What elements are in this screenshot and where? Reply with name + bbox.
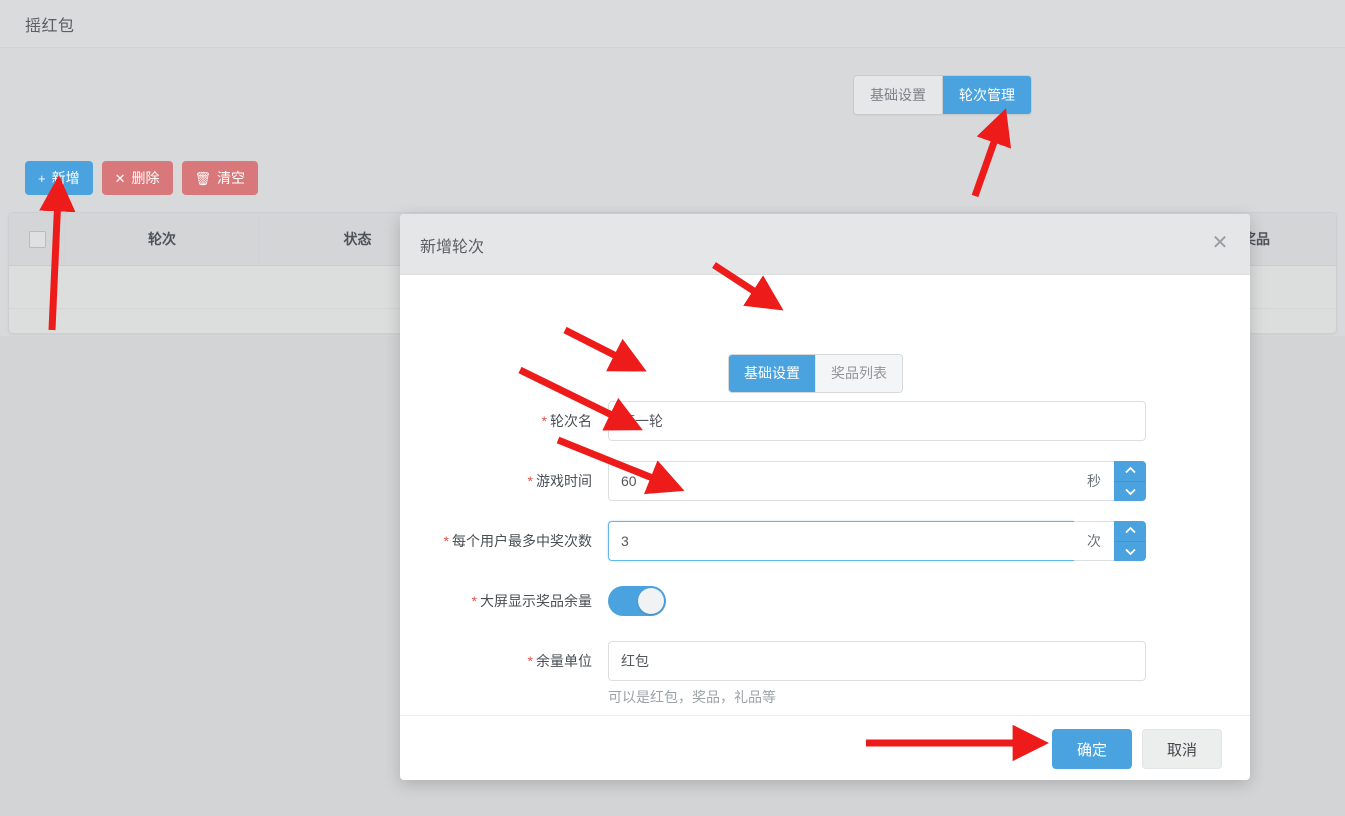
game-time-stepper: 秒 <box>608 461 1146 501</box>
tab-basic-settings[interactable]: 基础设置 <box>854 76 942 114</box>
label-remaining-unit-text: 余量单位 <box>536 653 592 669</box>
dialog-footer: 确定 取消 <box>400 715 1250 780</box>
decrement-icon[interactable] <box>1114 540 1146 561</box>
clear-button[interactable]: 🗑 清空 <box>181 161 259 195</box>
label-game-time: * 游戏时间 <box>400 461 608 501</box>
game-time-input[interactable] <box>608 461 1074 501</box>
clear-button-label: 清空 <box>217 170 246 186</box>
label-round-name-text: 轮次名 <box>550 413 592 429</box>
round-name-input[interactable] <box>608 401 1146 441</box>
dialog-body: 基础设置 奖品列表 *轮次名 *游戏时间 <box>400 275 1250 715</box>
select-all-checkbox[interactable] <box>28 230 46 248</box>
delete-button[interactable]: ✕ 删除 <box>101 161 173 195</box>
remaining-unit-input[interactable] <box>608 641 1146 681</box>
form-row-show-remaining: * 大屏显示奖品余量 <box>400 581 1250 621</box>
increment-icon[interactable] <box>1114 461 1146 481</box>
dialog-tab-group: 基础设置 奖品列表 <box>728 354 903 393</box>
delete-button-label: 删除 <box>131 170 160 186</box>
tab-round-management[interactable]: 轮次管理 <box>942 76 1031 114</box>
label-show-remaining: * 大屏显示奖品余量 <box>400 581 608 621</box>
round-form: *轮次名 *游戏时间 秒 <box>400 401 1250 727</box>
required-marker: * <box>443 533 449 549</box>
plus-icon: + <box>38 170 46 186</box>
dialog-tab-basic-settings[interactable]: 基础设置 <box>729 355 815 392</box>
label-remaining-unit: * 余量单位 <box>400 641 608 681</box>
increment-icon[interactable] <box>1114 521 1146 541</box>
page-header: 摇红包 <box>0 0 1345 48</box>
view-tab-group: 基础设置 轮次管理 <box>853 75 1032 115</box>
max-wins-unit: 次 <box>1074 521 1114 561</box>
required-marker: * <box>471 593 477 609</box>
toggle-knob <box>638 588 664 614</box>
max-wins-spinner <box>1114 521 1146 561</box>
required-marker: * <box>541 413 547 429</box>
cancel-button[interactable]: 取消 <box>1142 729 1222 769</box>
dialog-tab-prize-list[interactable]: 奖品列表 <box>815 355 902 392</box>
remaining-unit-help: 可以是红包，奖品，礼品等 <box>608 689 776 705</box>
dialog-header: 新增轮次 ✕ <box>400 214 1250 275</box>
form-row-round-name: * 轮次名 <box>400 401 1250 441</box>
confirm-button[interactable]: 确定 <box>1052 729 1132 769</box>
add-button-label: 新增 <box>51 170 80 186</box>
label-max-wins-text: 每个用户最多中奖次数 <box>452 533 592 549</box>
toolbar: + 新增 ✕ 删除 🗑 清空 <box>25 161 259 195</box>
close-icon: ✕ <box>114 170 126 186</box>
dialog-title: 新增轮次 <box>420 239 485 256</box>
trash-icon: 🗑 <box>194 170 212 186</box>
column-header-round: 轮次 <box>65 213 259 266</box>
game-time-unit: 秒 <box>1074 461 1114 501</box>
label-show-remaining-text: 大屏显示奖品余量 <box>480 593 592 609</box>
form-row-game-time: *游戏时间 秒 <box>400 461 1250 501</box>
label-game-time-text: 游戏时间 <box>536 473 592 489</box>
max-wins-input[interactable] <box>608 521 1074 561</box>
decrement-icon[interactable] <box>1114 480 1146 501</box>
form-row-remaining-unit: *余量单位 可以是红包，奖品，礼品等 <box>400 641 1250 707</box>
dialog-footer-buttons: 确定 取消 <box>1052 729 1222 769</box>
close-icon[interactable]: ✕ <box>1207 230 1233 256</box>
label-round-name: * 轮次名 <box>400 401 608 441</box>
add-round-dialog: 新增轮次 ✕ 基础设置 奖品列表 * 轮次名 第一轮 * 游戏时间 60 秒 *… <box>400 214 1250 780</box>
label-max-wins: * 每个用户最多中奖次数 <box>400 521 608 561</box>
add-button[interactable]: + 新增 <box>25 161 93 195</box>
page-title: 摇红包 <box>25 18 75 35</box>
max-wins-stepper: 次 <box>608 521 1146 561</box>
required-marker: * <box>527 473 533 489</box>
show-remaining-toggle[interactable] <box>608 586 666 616</box>
form-row-max-wins: *每个用户最多中奖次数 次 <box>400 521 1250 561</box>
required-marker: * <box>527 653 533 669</box>
game-time-spinner <box>1114 461 1146 501</box>
column-header-select-all <box>9 213 66 266</box>
